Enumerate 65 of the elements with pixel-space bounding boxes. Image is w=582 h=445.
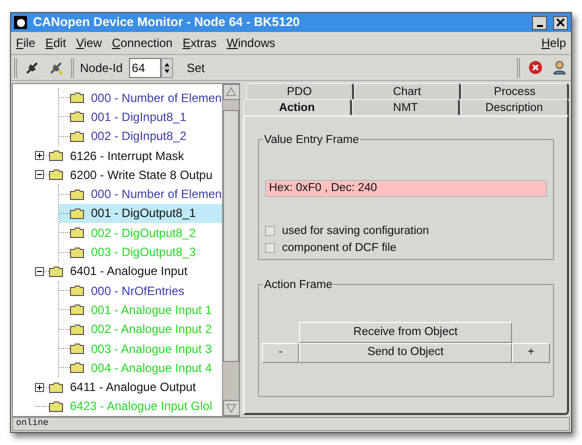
folder-icon [70,246,84,258]
tab[interactable]: Process [461,83,570,99]
checkbox[interactable] [265,226,275,236]
folder-icon [70,285,84,296]
tree-item[interactable]: 000 - Number of Elemen [59,184,222,204]
help-menu[interactable]: Help [540,34,567,52]
checkbox[interactable] [265,243,275,253]
expand-icon[interactable] [35,151,44,160]
tree-item[interactable]: 6126 - Interrupt Mask [13,146,222,166]
minimize-button[interactable] [532,16,547,30]
folder-icon [70,343,84,354]
folder-icon [70,208,84,219]
app-icon [14,16,27,29]
tree-item[interactable]: 6200 - Write State 8 Outpu [13,165,222,184]
folder-icon [70,111,84,122]
stop-icon[interactable] [526,58,544,76]
folder-icon [70,324,84,335]
tree-item[interactable]: 6401 - Analogue Input [13,262,222,281]
menu-item[interactable]: View [75,34,103,52]
menu-item[interactable]: File [15,34,36,52]
checkbox-label: used for saving configuration [282,224,430,239]
folder-icon [49,169,63,180]
folder-icon [70,188,84,200]
menu-item[interactable]: Extras [182,34,218,52]
collapse-icon[interactable] [35,266,44,276]
scroll-thumb[interactable] [222,110,239,362]
menu-item[interactable]: Connection [110,34,174,52]
tree-item[interactable]: 000 - Number of Elemen [59,88,222,108]
tab[interactable]: Description [460,99,570,115]
tab[interactable]: Action [243,99,352,115]
checkbox-label: component of DCF file [282,241,396,256]
send-button[interactable]: Send to Object [299,343,512,363]
node-id-label: Node-Id [80,60,123,76]
tree-item[interactable]: 000 - NrOfEntries [59,280,222,300]
tree-item[interactable]: 001 - DigInput8_1 [59,107,222,127]
tab[interactable]: Chart [354,83,462,99]
status-text: online [16,417,48,430]
folder-icon [49,150,63,162]
folder-icon [49,266,63,277]
window-title: CANopen Device Monitor - Node 64 - BK5120 [33,14,301,32]
close-button[interactable] [553,16,568,30]
folder-icon [70,227,84,238]
increment-button[interactable]: + [512,343,550,363]
tree-item[interactable]: 001 - DigOutput8_1 [59,204,222,224]
menu-item[interactable]: Edit [44,34,68,52]
folder-icon [70,92,84,104]
value-field[interactable]: Hex: 0xF0 , Dec: 240 [265,180,547,197]
tab[interactable]: NMT [352,99,460,115]
spin-arrows-icon[interactable] [160,58,173,78]
tree-item[interactable]: 6411 - Analogue Output [13,377,222,397]
tree-item[interactable]: 002 - DigInput8_2 [59,126,222,146]
folder-icon [70,362,84,374]
folder-icon [49,400,63,412]
decrement-button[interactable]: - [262,343,299,363]
menu-item[interactable]: Windows [226,34,276,52]
set-button[interactable]: Set [178,58,213,76]
collapse-icon[interactable] [35,170,44,180]
folder-icon [70,130,84,142]
tab[interactable]: PDO [246,83,354,99]
folder-icon [70,304,84,316]
node-id-field[interactable]: 64 [128,58,161,78]
receive-button[interactable]: Receive from Object [299,322,512,343]
folder-icon [49,382,63,393]
scrollbar[interactable] [222,84,239,416]
expand-icon[interactable] [35,382,44,392]
